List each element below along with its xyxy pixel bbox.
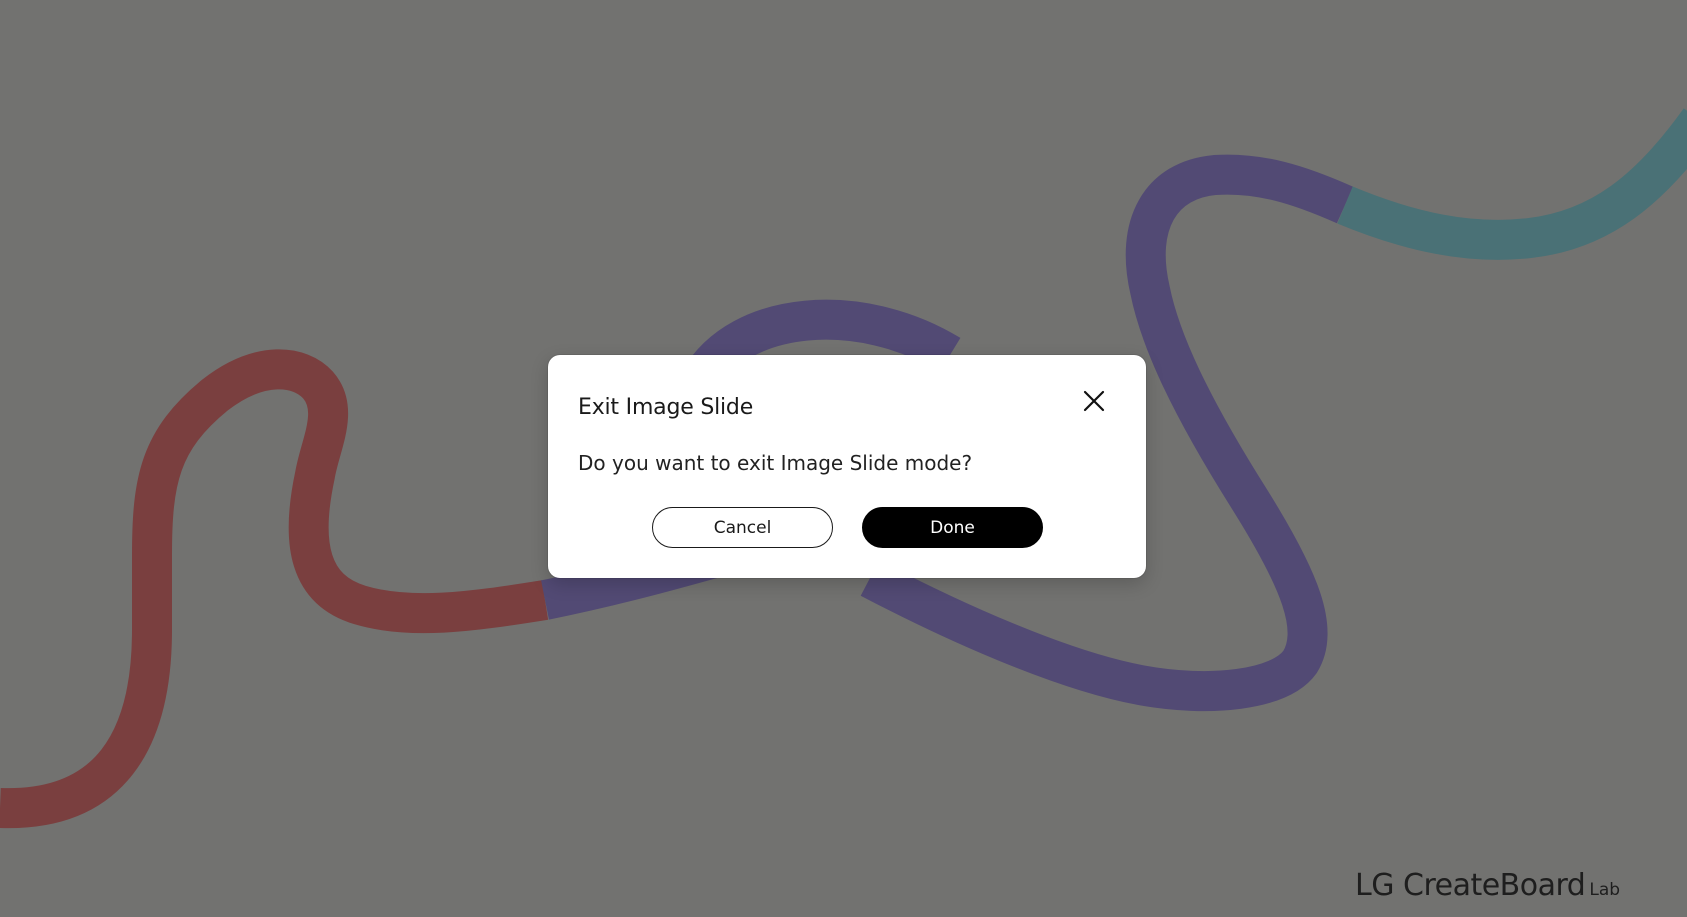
close-icon <box>1083 390 1105 412</box>
cancel-button[interactable]: Cancel <box>652 507 833 548</box>
ribbon-red <box>0 349 549 829</box>
done-button[interactable]: Done <box>862 507 1043 548</box>
screen: Exit Image Slide Do you want to exit Ima… <box>0 0 1687 917</box>
brand-logo-text: LG CreateBoard <box>1355 868 1586 903</box>
exit-image-slide-dialog: Exit Image Slide Do you want to exit Ima… <box>548 355 1146 578</box>
ribbon-teal <box>1337 108 1687 260</box>
brand-logo: LG CreateBoard Lab <box>1355 868 1620 903</box>
close-button[interactable] <box>1074 381 1114 421</box>
brand-logo-suffix: Lab <box>1589 880 1621 900</box>
dialog-message: Do you want to exit Image Slide mode? <box>578 451 973 475</box>
dialog-title: Exit Image Slide <box>578 395 754 420</box>
